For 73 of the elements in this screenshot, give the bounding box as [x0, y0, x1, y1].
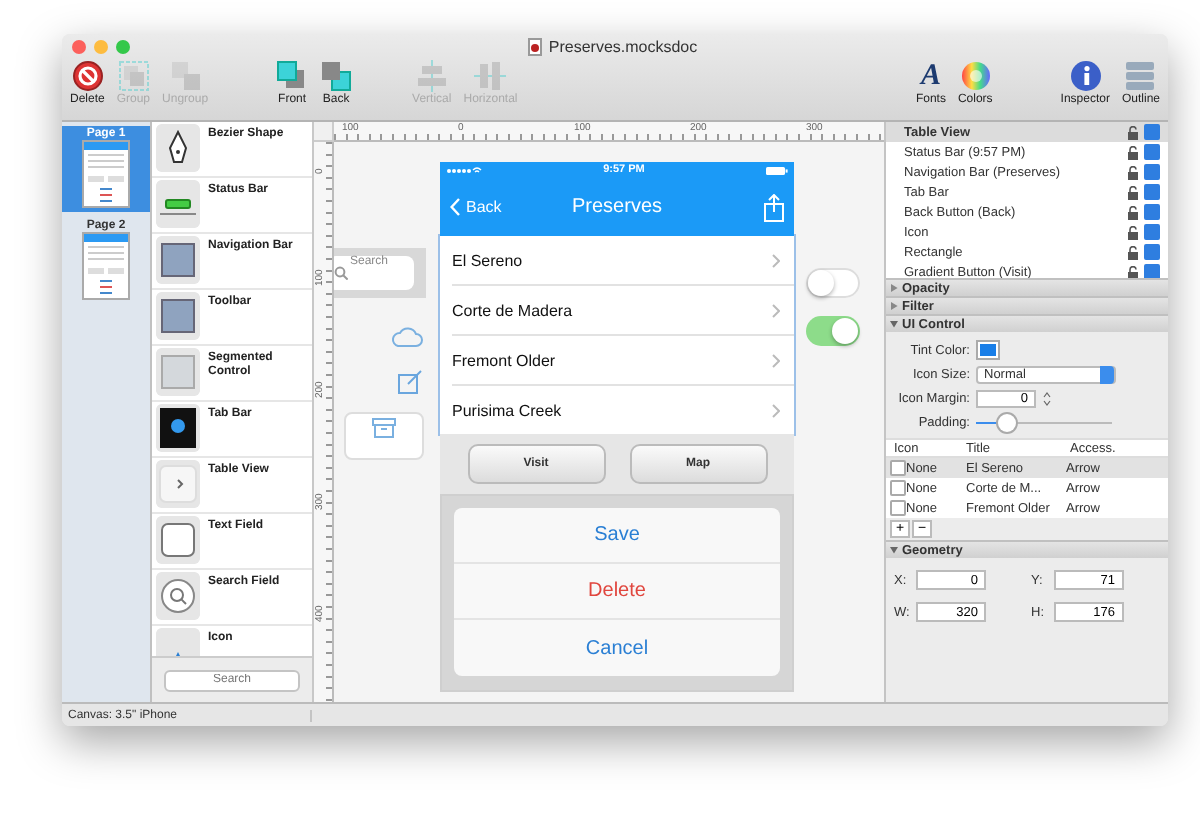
- action-sheet-button[interactable]: Save: [454, 508, 780, 564]
- lock-icon[interactable]: [1128, 125, 1138, 139]
- zoom-button[interactable]: [116, 40, 130, 54]
- visibility-checkbox[interactable]: [1144, 144, 1160, 160]
- font-icon: A: [920, 60, 941, 92]
- info-icon: [1069, 60, 1102, 92]
- row-checkbox[interactable]: [890, 500, 906, 516]
- archive-button[interactable]: [344, 412, 424, 460]
- window-title: Preserves.mocksdoc: [548, 38, 698, 56]
- signal-icon: [446, 165, 482, 175]
- row-title: Fremont Older: [452, 351, 558, 369]
- collapsed-triangle-icon: [890, 284, 898, 292]
- chevron-right-icon: [772, 403, 780, 417]
- page-thumbnail: [82, 140, 130, 208]
- toggle-switch[interactable]: [806, 268, 860, 298]
- lock-icon[interactable]: [1128, 205, 1138, 219]
- chevron-right-icon: [772, 303, 780, 317]
- table-row[interactable]: Fremont Older: [452, 336, 794, 386]
- table-row[interactable]: El Sereno: [452, 236, 794, 286]
- list-icon: [1124, 60, 1157, 92]
- chevron-right-icon: [772, 353, 780, 367]
- row-title: El Sereno: [452, 251, 525, 269]
- ungroup-icon: [169, 60, 202, 92]
- visibility-checkbox[interactable]: [1144, 164, 1160, 180]
- toggle-switch[interactable]: [806, 316, 860, 346]
- slider-thumb[interactable]: [997, 414, 1016, 432]
- chevron-right-icon: [772, 253, 780, 267]
- lock-icon[interactable]: [1128, 165, 1138, 179]
- lock-icon[interactable]: [1128, 225, 1138, 239]
- align-horizontal-icon: [474, 60, 507, 92]
- archive-icon: [372, 418, 396, 438]
- visibility-checkbox[interactable]: [1144, 264, 1160, 278]
- align-vertical-icon: [415, 60, 448, 92]
- visibility-checkbox[interactable]: [1144, 124, 1160, 140]
- visibility-checkbox[interactable]: [1144, 244, 1160, 260]
- expanded-triangle-icon: [890, 546, 898, 554]
- color-well[interactable]: [976, 340, 1000, 360]
- minimize-button[interactable]: [94, 40, 108, 54]
- action-sheet-button[interactable]: Delete: [454, 564, 780, 620]
- padding-slider[interactable]: [976, 414, 1112, 432]
- expanded-triangle-icon: [890, 320, 898, 328]
- lock-icon[interactable]: [1128, 145, 1138, 159]
- chevron-left-icon: [450, 198, 460, 216]
- share-icon[interactable]: [764, 193, 784, 221]
- row-title: Corte de Madera: [452, 301, 575, 319]
- visibility-checkbox[interactable]: [1144, 184, 1160, 200]
- group-icon: [117, 60, 150, 92]
- row-checkbox[interactable]: [890, 460, 906, 476]
- cloud-icon: [390, 326, 424, 348]
- row-title: Purisima Creek: [452, 401, 564, 419]
- send-back-icon: [320, 60, 353, 92]
- document-icon: [528, 38, 543, 56]
- close-button[interactable]: [72, 40, 86, 54]
- lock-icon[interactable]: [1128, 265, 1138, 278]
- collapsed-triangle-icon: [890, 302, 898, 310]
- page-thumbnail: [82, 232, 130, 300]
- lock-icon[interactable]: [1128, 245, 1138, 259]
- row-checkbox[interactable]: [890, 480, 906, 496]
- search-icon: [334, 266, 348, 280]
- action-sheet-button[interactable]: Cancel: [454, 620, 780, 676]
- bring-front-icon: [276, 60, 309, 92]
- table-row[interactable]: Corte de Madera: [452, 286, 794, 336]
- table-row[interactable]: Purisima Creek: [452, 386, 794, 434]
- lock-icon[interactable]: [1128, 185, 1138, 199]
- stepper-icon[interactable]: [1042, 390, 1052, 408]
- delete-icon: [71, 60, 104, 92]
- tab-bar-icon[interactable]: [156, 404, 200, 452]
- visibility-checkbox[interactable]: [1144, 224, 1160, 240]
- visibility-checkbox[interactable]: [1144, 204, 1160, 220]
- navigation-title: Preserves: [572, 196, 662, 218]
- compose-icon: [398, 370, 422, 394]
- color-wheel-icon: [959, 60, 992, 92]
- battery-icon: [765, 165, 788, 175]
